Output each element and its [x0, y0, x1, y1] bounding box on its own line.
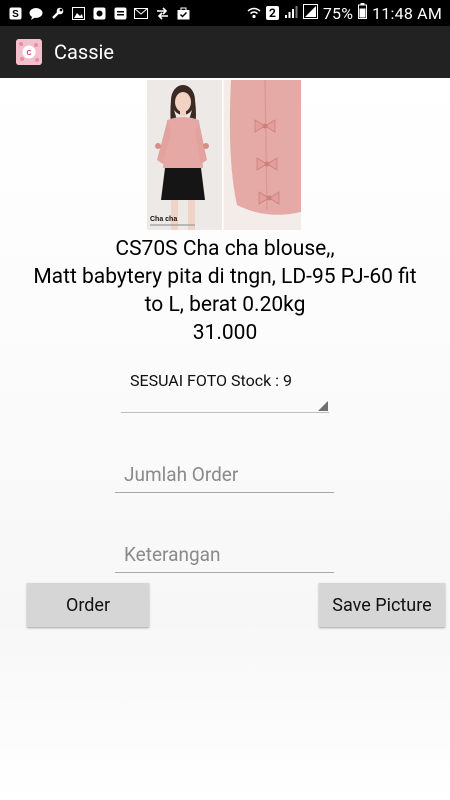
record-icon [92, 7, 106, 20]
input-underline [115, 572, 334, 573]
image-icon [71, 6, 85, 20]
save-picture-button[interactable]: Save Picture [319, 583, 445, 627]
note-placeholder: Keterangan [124, 543, 221, 566]
transfer-icon [155, 6, 169, 20]
battery-icon [358, 3, 368, 23]
product-image[interactable]: Cha cha [147, 80, 301, 230]
wifi-icon [247, 4, 261, 23]
mail-icon [134, 7, 148, 20]
status-bar: S 2 75% 11:48 AM [0, 0, 450, 26]
image-caption: Cha cha [150, 216, 177, 223]
clock: 11:48 AM [372, 3, 442, 23]
app-logo-icon: C [16, 39, 42, 65]
product-title: CS70S Cha cha blouse,, [115, 237, 335, 261]
sim-badge: 2 [265, 6, 279, 20]
s-app-icon: S [8, 7, 22, 20]
system-status: 2 75% 11:48 AM [247, 0, 442, 26]
note-input[interactable]: Keterangan [115, 535, 334, 573]
action-bar: C Cassie [0, 26, 450, 78]
product-detail-screen: Cha cha CS70S Cha cha blouse,, Matt baby… [0, 78, 450, 800]
variant-dropdown-value: SESUAI FOTO Stock : 9 [130, 371, 292, 390]
battery-percent: 75% [322, 3, 354, 23]
product-description: CS70S Cha cha blouse,, Matt babytery pit… [0, 235, 450, 347]
chat-bubble-icon [29, 7, 43, 20]
order-quantity-placeholder: Jumlah Order [124, 463, 239, 486]
order-quantity-input[interactable]: Jumlah Order [115, 455, 334, 493]
product-details-line: Matt babytery pita di tngn, LD-95 PJ-60 … [33, 265, 417, 289]
svg-text:C: C [26, 50, 31, 57]
signal-icon-2 [302, 3, 318, 23]
svg-text:S: S [12, 9, 19, 20]
dropdown-underline [121, 412, 329, 413]
product-price: 31.000 [192, 321, 258, 345]
bag-check-icon [176, 7, 190, 20]
input-underline [115, 492, 334, 493]
product-details-line: to L, berat 0.20kg [144, 293, 306, 317]
wrench-icon [50, 7, 64, 20]
order-button[interactable]: Order [27, 583, 149, 627]
app-title: Cassie [54, 40, 115, 64]
notification-icons: S [0, 6, 190, 20]
signal-icon [284, 4, 298, 23]
dropdown-arrow-icon [318, 401, 328, 411]
app-notification-icon [113, 7, 127, 20]
variant-dropdown[interactable]: SESUAI FOTO Stock : 9 [121, 363, 329, 413]
